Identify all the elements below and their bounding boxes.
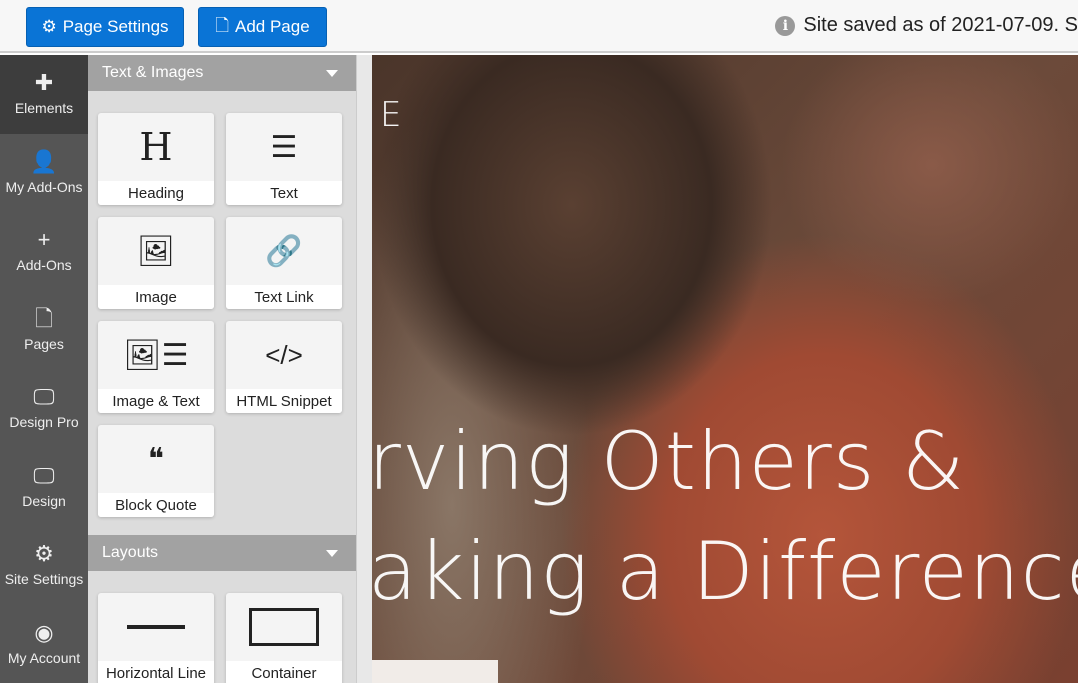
chevron-down-icon xyxy=(326,549,338,557)
tile-icon: H xyxy=(139,125,173,169)
gear-icon: ⚙ xyxy=(41,17,57,36)
sidebar-item-site-settings[interactable]: ⚙ Site Settings xyxy=(0,526,88,605)
element-tile-text[interactable]: ☰ Text xyxy=(226,113,342,205)
save-status: i Site saved as of 2021-07-09. S xyxy=(775,14,1078,37)
add-page-button[interactable]: 🗋 Add Page xyxy=(198,7,327,47)
layout-tile-container[interactable]: Container xyxy=(226,593,342,683)
elements-panel: Text & Images H Heading ☰ Text 🖼 Image 🔗 Text L… xyxy=(88,55,356,683)
layout-tile-horizontal-line[interactable]: Horizontal Line xyxy=(98,593,214,683)
sidebar-nav: ✚ Elements 👤 My Add-Ons + Add-Ons 🗋 Pages 🖵 Desig… xyxy=(0,55,88,683)
plus-icon: + xyxy=(37,227,51,253)
element-tile-image[interactable]: 🖼 Image xyxy=(98,217,214,309)
page-canvas[interactable]: E rving Others & aking a Difference xyxy=(372,55,1078,683)
sidebar-item-design[interactable]: 🖵 Design xyxy=(0,448,88,527)
chevron-down-icon xyxy=(326,69,338,77)
nav-text: E xyxy=(380,95,403,135)
container-icon xyxy=(226,593,342,661)
panel-scrollbar[interactable] xyxy=(356,55,372,683)
monitor-pen-icon: 🖵 xyxy=(33,384,55,410)
top-toolbar: ⚙ Page Settings 🗋 Add Page i Site saved as … xyxy=(0,0,1078,53)
sidebar-item-design-pro[interactable]: 🖵 Design Pro xyxy=(0,369,88,448)
element-tile-block-quote[interactable]: ❝ Block Quote xyxy=(98,425,214,517)
tile-icon: </> xyxy=(265,339,303,370)
sidebar-item-add-ons[interactable]: + Add-Ons xyxy=(0,212,88,291)
tile-icon: 🔗 xyxy=(265,234,303,268)
tile-icon: 🖼☰ xyxy=(123,338,189,372)
page-icon: 🗋 xyxy=(35,305,53,331)
element-tile-html-snippet[interactable]: </> HTML Snippet xyxy=(226,321,342,413)
section-layouts[interactable]: Layouts xyxy=(88,535,356,571)
sidebar-item-elements[interactable]: ✚ Elements xyxy=(0,55,88,134)
puzzle-icon: ✚ xyxy=(34,70,54,96)
element-tile-image-text[interactable]: 🖼☰ Image & Text xyxy=(98,321,214,413)
gear-icon: ⚙ xyxy=(34,541,54,567)
hero-line-2: aking a Difference xyxy=(372,525,1078,618)
section-text-images[interactable]: Text & Images xyxy=(88,55,356,91)
tile-icon: 🖼 xyxy=(136,234,176,268)
element-tile-text-link[interactable]: 🔗 Text Link xyxy=(226,217,342,309)
account-icon: ◉ xyxy=(34,619,54,645)
tile-icon: ❝ xyxy=(147,442,165,476)
tile-icon: ☰ xyxy=(270,130,298,164)
monitor-icon: 🖵 xyxy=(33,462,55,488)
sidebar-item-my-account[interactable]: ◉ My Account xyxy=(0,605,88,683)
horizontal-line-icon xyxy=(98,593,214,661)
info-icon: i xyxy=(775,15,796,36)
page-settings-button[interactable]: ⚙ Page Settings xyxy=(26,7,184,47)
hero-line-1: rving Others & xyxy=(372,415,966,508)
sidebar-item-pages[interactable]: 🗋 Pages xyxy=(0,291,88,370)
sidebar-item-my-add-ons[interactable]: 👤 My Add-Ons xyxy=(0,134,88,213)
hero-button[interactable] xyxy=(372,660,498,683)
user-plus-icon: 👤 xyxy=(30,148,58,174)
page-icon: 🗋 xyxy=(215,15,229,35)
element-tile-heading[interactable]: H Heading xyxy=(98,113,214,205)
